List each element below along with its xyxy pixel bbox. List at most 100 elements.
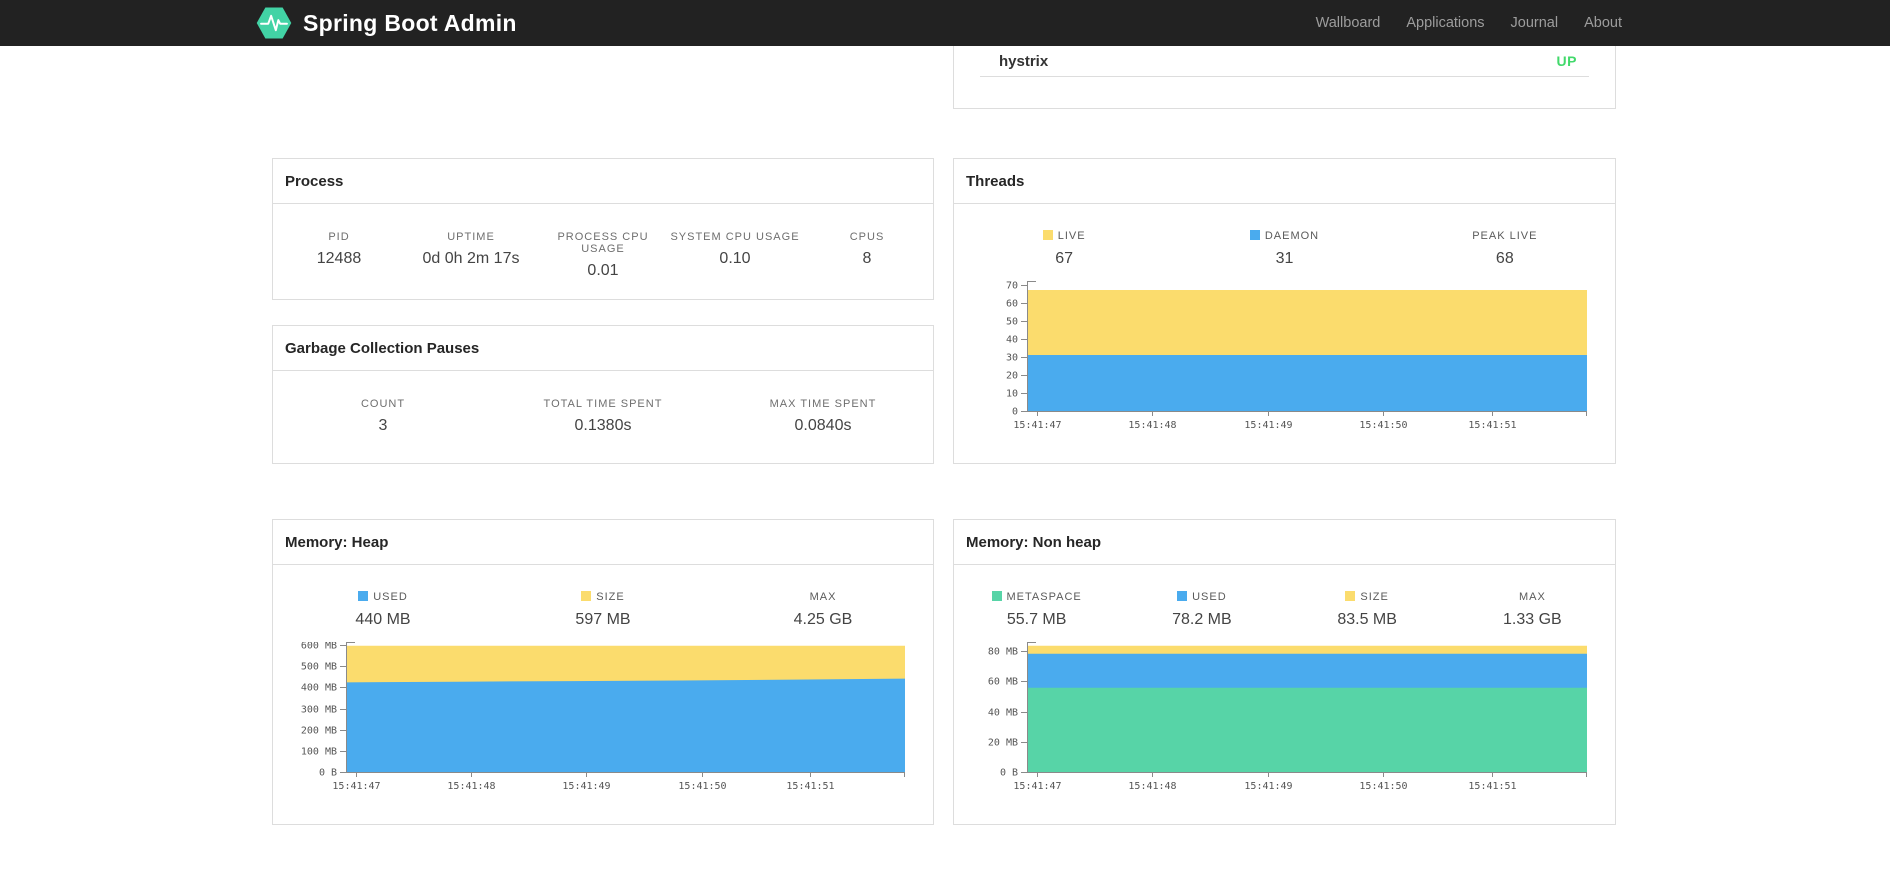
svg-text:20 MB: 20 MB <box>988 738 1018 749</box>
legend-label-text: SIZE <box>596 591 625 603</box>
metric-label: SYSTEM CPU USAGE <box>670 231 800 243</box>
brand-link[interactable]: Spring Boot Admin <box>255 0 517 46</box>
legend-item-size: SIZE 83.5 MB <box>1285 591 1450 629</box>
svg-text:15:41:48: 15:41:48 <box>447 781 495 792</box>
gc-metrics: COUNT 3 TOTAL TIME SPENT 0.1380s MAX TIM… <box>273 371 933 435</box>
nav-item-wallboard[interactable]: Wallboard <box>1303 15 1394 31</box>
legend-item-max: MAX 4.25 GB <box>713 591 933 629</box>
legend-label: USED <box>273 591 493 603</box>
legend-item-live: LIVE 67 <box>954 230 1174 268</box>
metric-label: PID <box>328 231 350 243</box>
svg-text:60: 60 <box>1006 299 1018 310</box>
legend-label-text: SIZE <box>1360 591 1389 603</box>
heap-card-heading: Memory: Heap <box>273 520 933 565</box>
svg-text:20: 20 <box>1006 371 1018 382</box>
legend-label-text: PEAK LIVE <box>1472 230 1538 242</box>
threads-card-title: Threads <box>966 173 1025 190</box>
metric-value: 0.01 <box>587 262 619 279</box>
legend-item-size: SIZE 597 MB <box>493 591 713 629</box>
legend-label: SIZE <box>1285 591 1450 603</box>
svg-text:30: 30 <box>1006 353 1018 364</box>
metric-value: 0d 0h 2m 17s <box>422 250 520 267</box>
metric-gc-total-time: TOTAL TIME SPENT 0.1380s <box>493 398 713 435</box>
svg-text:15:41:49: 15:41:49 <box>562 781 610 792</box>
legend-value: 78.2 MB <box>1172 611 1232 628</box>
svg-text:15:41:49: 15:41:49 <box>1244 420 1292 431</box>
svg-text:50: 50 <box>1006 317 1018 328</box>
health-service-name: hystrix <box>999 52 1049 70</box>
svg-text:15:41:51: 15:41:51 <box>786 781 834 792</box>
gc-card-title: Garbage Collection Pauses <box>285 340 480 357</box>
nav-item-journal[interactable]: Journal <box>1498 15 1572 31</box>
legend-label: LIVE <box>954 230 1174 242</box>
legend-item-peak-live: PEAK LIVE 68 <box>1395 230 1615 268</box>
process-metrics: PID 12488 UPTIME 0d 0h 2m 17s PROCESS CP… <box>273 204 933 280</box>
svg-text:0 B: 0 B <box>319 768 337 779</box>
heap-chart: 0 B 100 MB 200 MB 300 MB 400 MB 500 MB 600 MB 1… <box>273 642 933 796</box>
live-swatch-icon <box>1042 230 1053 240</box>
legend-value: 4.25 GB <box>793 611 853 628</box>
page: Spring Boot Admin Wallboard Applications… <box>0 0 1890 892</box>
legend-label: METASPACE <box>954 591 1119 603</box>
metric-value: 3 <box>378 417 388 434</box>
metric-gc-count: COUNT 3 <box>273 398 493 435</box>
metric-uptime: UPTIME 0d 0h 2m 17s <box>405 231 537 280</box>
metric-value: 12488 <box>316 250 362 267</box>
daemon-swatch-icon <box>1249 230 1260 240</box>
metric-cpus: CPUS 8 <box>801 231 933 280</box>
svg-text:15:41:47: 15:41:47 <box>332 781 380 792</box>
svg-text:15:41:50: 15:41:50 <box>678 781 726 792</box>
legend-label: MAX <box>1450 591 1615 603</box>
metric-label: CPUS <box>849 231 885 243</box>
legend-label-text: MAX <box>809 591 837 603</box>
metaspace-swatch-icon <box>991 591 1002 601</box>
nav-item-applications[interactable]: Applications <box>1393 15 1497 31</box>
process-card-heading: Process <box>273 159 933 204</box>
legend-item-used: USED 78.2 MB <box>1119 591 1284 629</box>
heap-card-title: Memory: Heap <box>285 534 389 551</box>
svg-text:15:41:47: 15:41:47 <box>1013 420 1061 431</box>
legend-value: 440 MB <box>355 611 411 628</box>
legend-label-text: USED <box>373 591 408 603</box>
metric-value: 0.1380s <box>574 417 632 434</box>
metric-label: PROCESS CPU USAGE <box>557 231 649 255</box>
threads-card: Threads LIVE 67 DAEMON 31 PEAK LIVE 68 0… <box>953 158 1616 464</box>
metric-process-cpu: PROCESS CPU USAGE 0.01 <box>537 231 669 280</box>
legend-value: 67 <box>1055 250 1074 267</box>
nonheap-card: Memory: Non heap METASPACE 55.7 MB USED … <box>953 519 1616 825</box>
svg-text:0: 0 <box>1012 407 1018 418</box>
size-swatch-icon <box>1345 591 1356 601</box>
health-status-badge: UP <box>1556 53 1577 69</box>
metric-system-cpu: SYSTEM CPU USAGE 0.10 <box>669 231 801 280</box>
metric-value: 0.0840s <box>794 417 852 434</box>
metric-label: MAX TIME SPENT <box>769 398 877 410</box>
svg-text:15:41:51: 15:41:51 <box>1468 781 1516 792</box>
svg-text:10: 10 <box>1006 389 1018 400</box>
metric-pid: PID 12488 <box>273 231 405 280</box>
legend-item-metaspace: METASPACE 55.7 MB <box>954 591 1119 629</box>
svg-text:15:41:51: 15:41:51 <box>1468 420 1516 431</box>
legend-value: 68 <box>1495 250 1514 267</box>
nonheap-card-heading: Memory: Non heap <box>954 520 1615 565</box>
process-card: Process PID 12488 UPTIME 0d 0h 2m 17s PR… <box>272 158 934 300</box>
legend-value: 597 MB <box>575 611 631 628</box>
process-card-title: Process <box>285 173 344 190</box>
legend-label-text: MAX <box>1518 591 1546 603</box>
nav-item-about[interactable]: About <box>1571 15 1622 31</box>
nav-links: Wallboard Applications Journal About <box>1303 0 1622 46</box>
metric-label: UPTIME <box>447 231 495 243</box>
metric-gc-max-time: MAX TIME SPENT 0.0840s <box>713 398 933 435</box>
used-swatch-icon <box>358 591 369 601</box>
legend-value: 55.7 MB <box>1006 611 1067 628</box>
heap-legend: USED 440 MB SIZE 597 MB MAX 4.25 GB <box>273 565 933 629</box>
nonheap-legend: METASPACE 55.7 MB USED 78.2 MB SIZE 83.5… <box>954 565 1615 629</box>
svg-text:15:41:48: 15:41:48 <box>1128 781 1176 792</box>
health-card: hystrix UP <box>953 46 1616 109</box>
metric-value: 8 <box>862 250 872 267</box>
legend-item-used: USED 440 MB <box>273 591 493 629</box>
svg-text:15:41:48: 15:41:48 <box>1128 420 1176 431</box>
heap-card: Memory: Heap USED 440 MB SIZE 597 MB MAX… <box>272 519 934 825</box>
gc-card-heading: Garbage Collection Pauses <box>273 326 933 371</box>
threads-chart: 0 10 20 30 40 50 60 70 15:41:47 15:41:48 15:41:49 1… <box>954 281 1615 435</box>
health-row: hystrix UP <box>980 46 1589 77</box>
